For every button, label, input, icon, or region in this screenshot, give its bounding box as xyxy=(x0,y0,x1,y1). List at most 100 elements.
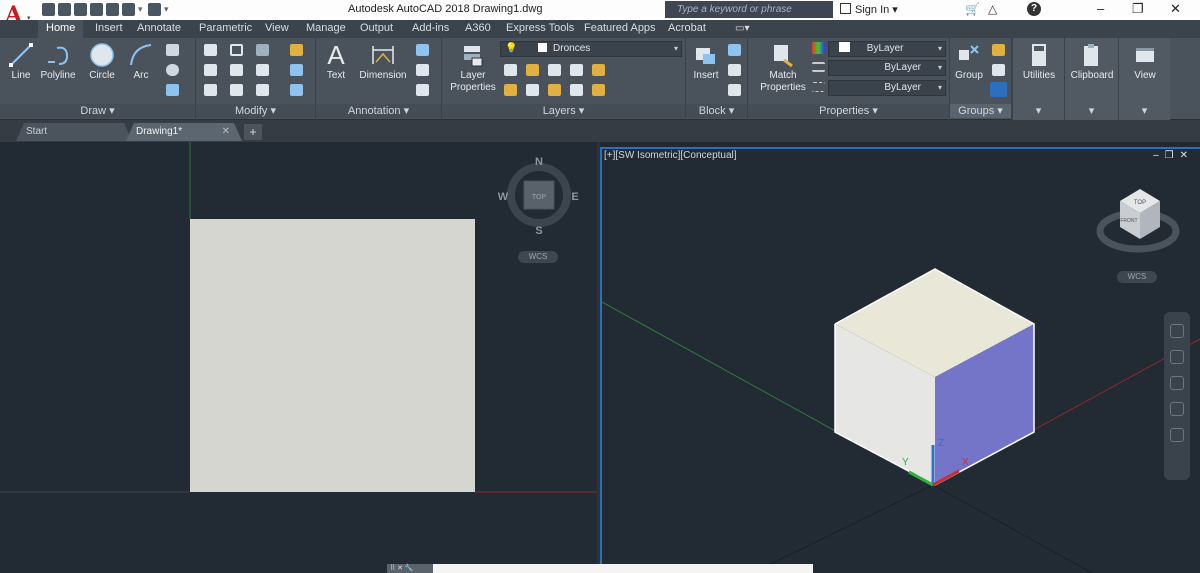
create-block-icon[interactable] xyxy=(728,44,741,56)
close-button[interactable]: ✕ xyxy=(1170,1,1181,17)
text-button[interactable]: A Text xyxy=(320,42,352,82)
layer-tool-icon[interactable] xyxy=(570,64,583,76)
table-icon[interactable] xyxy=(416,84,429,96)
orbit-icon[interactable] xyxy=(1170,402,1184,416)
group-button[interactable]: Group xyxy=(952,42,986,82)
layer-tool-icon[interactable] xyxy=(526,64,539,76)
line-button[interactable]: Line xyxy=(4,42,38,82)
save-as-icon[interactable] xyxy=(90,3,103,16)
drawing-tab[interactable]: Drawing1* ✕ xyxy=(126,123,242,141)
pan-icon[interactable] xyxy=(1170,350,1184,364)
color-dropdown[interactable]: ByLayer ▾ xyxy=(828,41,946,57)
properties-panel-title[interactable]: Properties ▾ xyxy=(748,104,949,118)
ribbon-options-icon[interactable]: ▭▾ xyxy=(735,23,755,34)
insert-button[interactable]: Insert xyxy=(688,42,724,82)
offset-icon[interactable] xyxy=(290,84,303,96)
tab-add-ins[interactable]: Add-ins xyxy=(412,22,449,34)
view-panel[interactable]: View ▾ xyxy=(1118,38,1170,120)
square-shape[interactable] xyxy=(190,219,475,492)
start-tab[interactable]: Start xyxy=(16,123,132,141)
close-tab-icon[interactable]: ✕ xyxy=(222,123,230,141)
tab-featured-apps[interactable]: Featured Apps xyxy=(584,22,656,34)
utilities-panel[interactable]: Utilities ▾ xyxy=(1012,38,1064,120)
a360-icon[interactable]: △ xyxy=(988,2,997,16)
compass-west[interactable]: W xyxy=(498,191,509,203)
viewport-label[interactable]: [+][SW Isometric][Conceptual] xyxy=(604,150,737,161)
block-panel-title[interactable]: Block ▾ xyxy=(686,104,747,118)
viewport-sw-isometric[interactable]: Z Y X TOP FRONT [+][SW Isometric][Concep… xyxy=(600,147,1200,573)
dimension-button[interactable]: Dimension xyxy=(354,42,412,82)
layer-properties-button[interactable]: Layer Properties xyxy=(448,42,498,94)
tab-manage[interactable]: Manage xyxy=(306,22,346,34)
new-tab-button[interactable]: + xyxy=(244,124,262,140)
layer-tool-icon[interactable] xyxy=(548,84,561,96)
layer-dropdown[interactable]: 💡 Dronces ▾ xyxy=(500,41,682,57)
tab-express-tools[interactable]: Express Tools xyxy=(506,22,574,34)
layers-panel-title[interactable]: Layers ▾ xyxy=(442,104,685,118)
edit-block-icon[interactable] xyxy=(728,64,741,76)
minimize-viewport-icon[interactable]: – xyxy=(1153,150,1165,161)
open-icon[interactable] xyxy=(58,3,71,16)
trim-icon[interactable] xyxy=(256,44,269,56)
groups-panel-title[interactable]: Groups ▾ xyxy=(950,104,1011,118)
viewport-top[interactable]: TOP N S E W WCS xyxy=(0,142,597,573)
copy-icon[interactable] xyxy=(204,64,217,76)
compass-south[interactable]: S xyxy=(535,225,542,237)
leader-icon[interactable] xyxy=(416,64,429,76)
polyline-button[interactable]: Polyline xyxy=(38,42,78,82)
stretch-icon[interactable] xyxy=(204,84,217,96)
search-input[interactable]: Type a keyword or phrase xyxy=(665,1,833,18)
showmotion-icon[interactable] xyxy=(1170,428,1184,442)
fillet-icon[interactable] xyxy=(256,64,269,76)
customize-icon[interactable]: ▾ xyxy=(164,3,171,16)
linear-dimension-icon[interactable] xyxy=(416,44,429,56)
scale-icon[interactable] xyxy=(230,84,243,96)
tab-parametric[interactable]: Parametric xyxy=(199,22,252,34)
close-viewport-icon[interactable]: ✕ xyxy=(1180,150,1194,161)
sign-in-button[interactable]: Sign In ▾ xyxy=(840,3,898,16)
compass-east[interactable]: E xyxy=(571,191,578,203)
erase-icon[interactable] xyxy=(290,44,303,56)
tab-output[interactable]: Output xyxy=(360,22,393,34)
rotate-icon[interactable] xyxy=(230,44,243,56)
array-icon[interactable] xyxy=(256,84,269,96)
command-line-grip[interactable]: ⠿ ✕ 🔧 xyxy=(387,564,433,573)
clipboard-panel[interactable]: Clipboard ▾ xyxy=(1064,38,1118,120)
ellipse-icon[interactable] xyxy=(166,64,179,76)
tab-insert[interactable]: Insert xyxy=(95,22,123,34)
command-line[interactable]: ⠿ ✕ 🔧 xyxy=(387,564,813,573)
help-icon[interactable]: ? xyxy=(1027,2,1041,16)
save-icon[interactable] xyxy=(74,3,87,16)
layer-tool-icon[interactable] xyxy=(504,64,517,76)
layer-tool-icon[interactable] xyxy=(504,84,517,96)
minimize-button[interactable]: – xyxy=(1097,1,1104,16)
hatch-icon[interactable] xyxy=(166,84,179,96)
undo-icon[interactable] xyxy=(122,3,135,16)
arc-button[interactable]: Arc xyxy=(124,42,158,82)
compass-north[interactable]: N xyxy=(535,156,543,168)
move-icon[interactable] xyxy=(204,44,217,56)
chevron-down-icon[interactable]: ▾ xyxy=(138,3,145,16)
mirror-icon[interactable] xyxy=(230,64,243,76)
tab-home[interactable]: Home xyxy=(38,20,84,38)
zoom-icon[interactable] xyxy=(1170,376,1184,390)
group-edit-icon[interactable] xyxy=(992,64,1005,76)
lineweight-dropdown[interactable]: ByLayer ▾ xyxy=(828,80,946,96)
wcs-menu[interactable]: WCS xyxy=(1117,271,1157,283)
layer-tool-icon[interactable] xyxy=(592,64,605,76)
match-properties-button[interactable]: Match Properties xyxy=(758,42,808,94)
maximize-viewport-icon[interactable]: ❐ xyxy=(1165,150,1180,161)
tab-a360[interactable]: A360 xyxy=(465,22,491,34)
layer-tool-icon[interactable] xyxy=(592,84,605,96)
tab-acrobat[interactable]: Acrobat xyxy=(668,22,706,34)
linetype-dropdown[interactable]: ByLayer ▾ xyxy=(828,60,946,76)
redo-icon[interactable] xyxy=(148,3,161,16)
edit-attributes-icon[interactable] xyxy=(728,84,741,96)
modify-panel-title[interactable]: Modify ▾ xyxy=(196,104,315,118)
circle-button[interactable]: Circle xyxy=(84,42,120,82)
layer-tool-icon[interactable] xyxy=(548,64,561,76)
layer-tool-icon[interactable] xyxy=(526,84,539,96)
wcs-menu[interactable]: WCS xyxy=(518,251,558,263)
cart-icon[interactable]: 🛒 xyxy=(965,2,980,16)
rectangle-icon[interactable] xyxy=(166,44,179,56)
